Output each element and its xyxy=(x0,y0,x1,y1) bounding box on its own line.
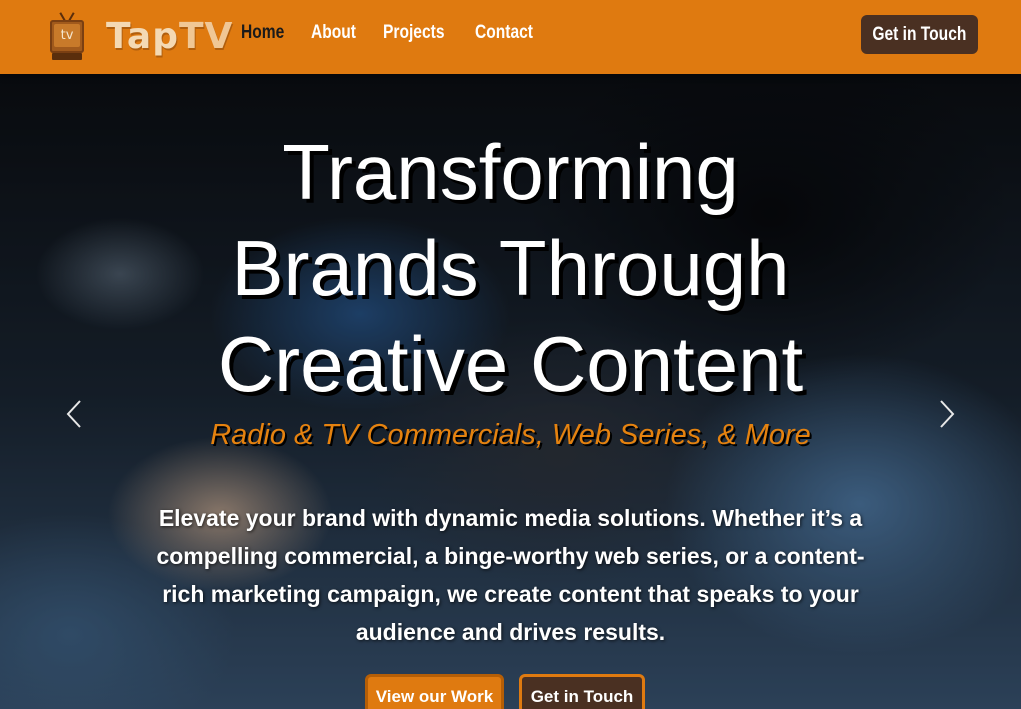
brand-name: TapTV xyxy=(106,16,233,57)
get-in-touch-hero-button[interactable]: Get in Touch xyxy=(519,674,645,709)
navbar: tv TapTV Home About Projects Contact Get… xyxy=(0,0,1021,74)
nav-link-about[interactable]: About xyxy=(311,22,356,44)
nav-link-projects[interactable]: Projects xyxy=(383,22,444,44)
nav-links: Home About Projects Contact xyxy=(241,22,562,44)
hero-title-line-2: Brands Through xyxy=(231,224,790,312)
hero-title-line-3: Creative Content xyxy=(217,320,804,408)
nav-link-home[interactable]: Home xyxy=(241,22,284,44)
hero-title: Transforming Brands Through Creative Con… xyxy=(0,124,1021,412)
logo[interactable]: tv TapTV xyxy=(50,12,233,60)
chevron-right-icon[interactable] xyxy=(934,399,958,429)
brand-name-tap: Tap xyxy=(106,15,179,57)
hero-title-line-1: Transforming xyxy=(282,128,739,216)
hero-carousel: Transforming Brands Through Creative Con… xyxy=(0,74,1021,709)
nav-link-contact[interactable]: Contact xyxy=(475,22,533,44)
hero-subtitle: Radio & TV Commercials, Web Series, & Mo… xyxy=(210,419,811,451)
view-our-work-button[interactable]: View our Work xyxy=(365,674,504,709)
get-in-touch-nav-button[interactable]: Get in Touch xyxy=(861,15,978,54)
tv-logo-icon: tv xyxy=(50,12,84,60)
brand-name-tv: TV xyxy=(178,15,234,57)
hero-description: Elevate your brand with dynamic media so… xyxy=(156,505,865,645)
tv-logo-text: tv xyxy=(54,24,80,47)
get-in-touch-nav-label: Get in Touch xyxy=(872,24,967,45)
chevron-left-icon[interactable] xyxy=(63,399,87,429)
